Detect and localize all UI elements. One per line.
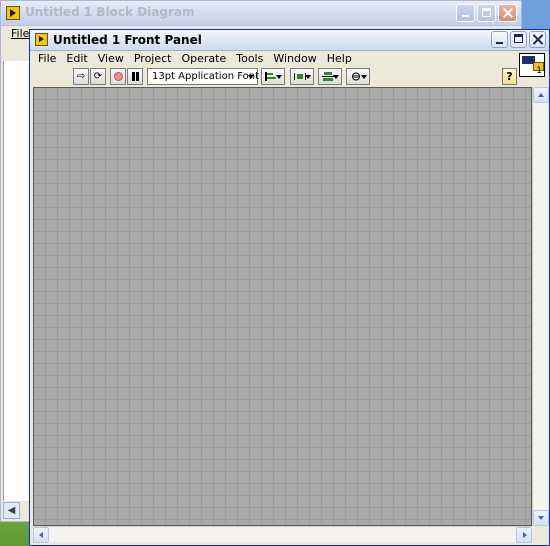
vertical-scrollbar[interactable] — [532, 87, 549, 526]
menu-edit[interactable]: Edit — [64, 51, 89, 67]
maximize-icon[interactable] — [510, 31, 527, 48]
block-diagram-titlebar[interactable]: Untitled 1 Block Diagram — [1, 1, 521, 26]
close-icon[interactable] — [529, 31, 546, 48]
block-diagram-menubar: File — [3, 26, 29, 42]
block-diagram-canvas[interactable] — [3, 61, 30, 501]
block-diagram-hscrollbar[interactable]: ◀ — [3, 502, 29, 519]
menu-view[interactable]: View — [96, 51, 126, 67]
chevron-down-icon — [248, 75, 254, 79]
run-continuous-icon[interactable]: ⟳ — [90, 68, 106, 85]
labview-vi-icon — [6, 6, 20, 20]
menu-tools[interactable]: Tools — [234, 51, 265, 67]
resize-objects-icon[interactable] — [318, 68, 342, 85]
labview-vi-icon — [35, 33, 48, 46]
font-select-value: 13pt Application Font — [152, 71, 259, 82]
close-icon[interactable] — [498, 4, 517, 22]
front-panel-toolbar: ⇨ ⟳ 13pt Application Font ? — [32, 67, 517, 87]
menu-operate[interactable]: Operate — [179, 51, 228, 67]
scroll-left-icon[interactable] — [33, 527, 49, 543]
scroll-down-icon[interactable] — [533, 510, 549, 526]
run-arrow-icon[interactable]: ⇨ — [73, 68, 89, 85]
vi-icon-number: 1 — [536, 66, 542, 76]
minimize-icon[interactable] — [491, 31, 508, 48]
context-help-icon[interactable]: ? — [502, 68, 517, 85]
menu-project[interactable]: Project — [132, 51, 174, 67]
menu-file[interactable]: File — [36, 51, 58, 67]
distribute-objects-icon[interactable] — [290, 68, 314, 85]
scroll-up-icon[interactable] — [533, 87, 549, 103]
scroll-right-icon[interactable] — [516, 527, 532, 543]
block-diagram-title: Untitled 1 Block Diagram — [25, 5, 195, 19]
front-panel-window[interactable]: Untitled 1 Front Panel File Edit View Pr… — [29, 29, 550, 546]
scroll-left-icon[interactable]: ◀ — [3, 502, 20, 519]
font-select[interactable]: 13pt Application Font — [147, 68, 259, 85]
reorder-icon[interactable] — [346, 68, 370, 85]
menu-help[interactable]: Help — [325, 51, 354, 67]
pause-icon[interactable] — [127, 68, 143, 85]
horizontal-scrollbar[interactable] — [33, 526, 532, 543]
maximize-icon[interactable] — [477, 4, 496, 22]
front-panel-menubar: File Edit View Project Operate Tools Win… — [32, 51, 516, 67]
front-panel-titlebar[interactable]: Untitled 1 Front Panel — [30, 30, 549, 51]
front-panel-canvas[interactable] — [33, 87, 532, 526]
size-grip[interactable] — [532, 526, 548, 542]
align-objects-icon[interactable] — [261, 68, 285, 85]
front-panel-title: Untitled 1 Front Panel — [53, 33, 202, 47]
vi-connector-icon[interactable]: 1 — [519, 53, 545, 77]
menu-window[interactable]: Window — [271, 51, 318, 67]
abort-stop-icon[interactable] — [110, 68, 126, 85]
minimize-icon[interactable] — [456, 4, 475, 22]
